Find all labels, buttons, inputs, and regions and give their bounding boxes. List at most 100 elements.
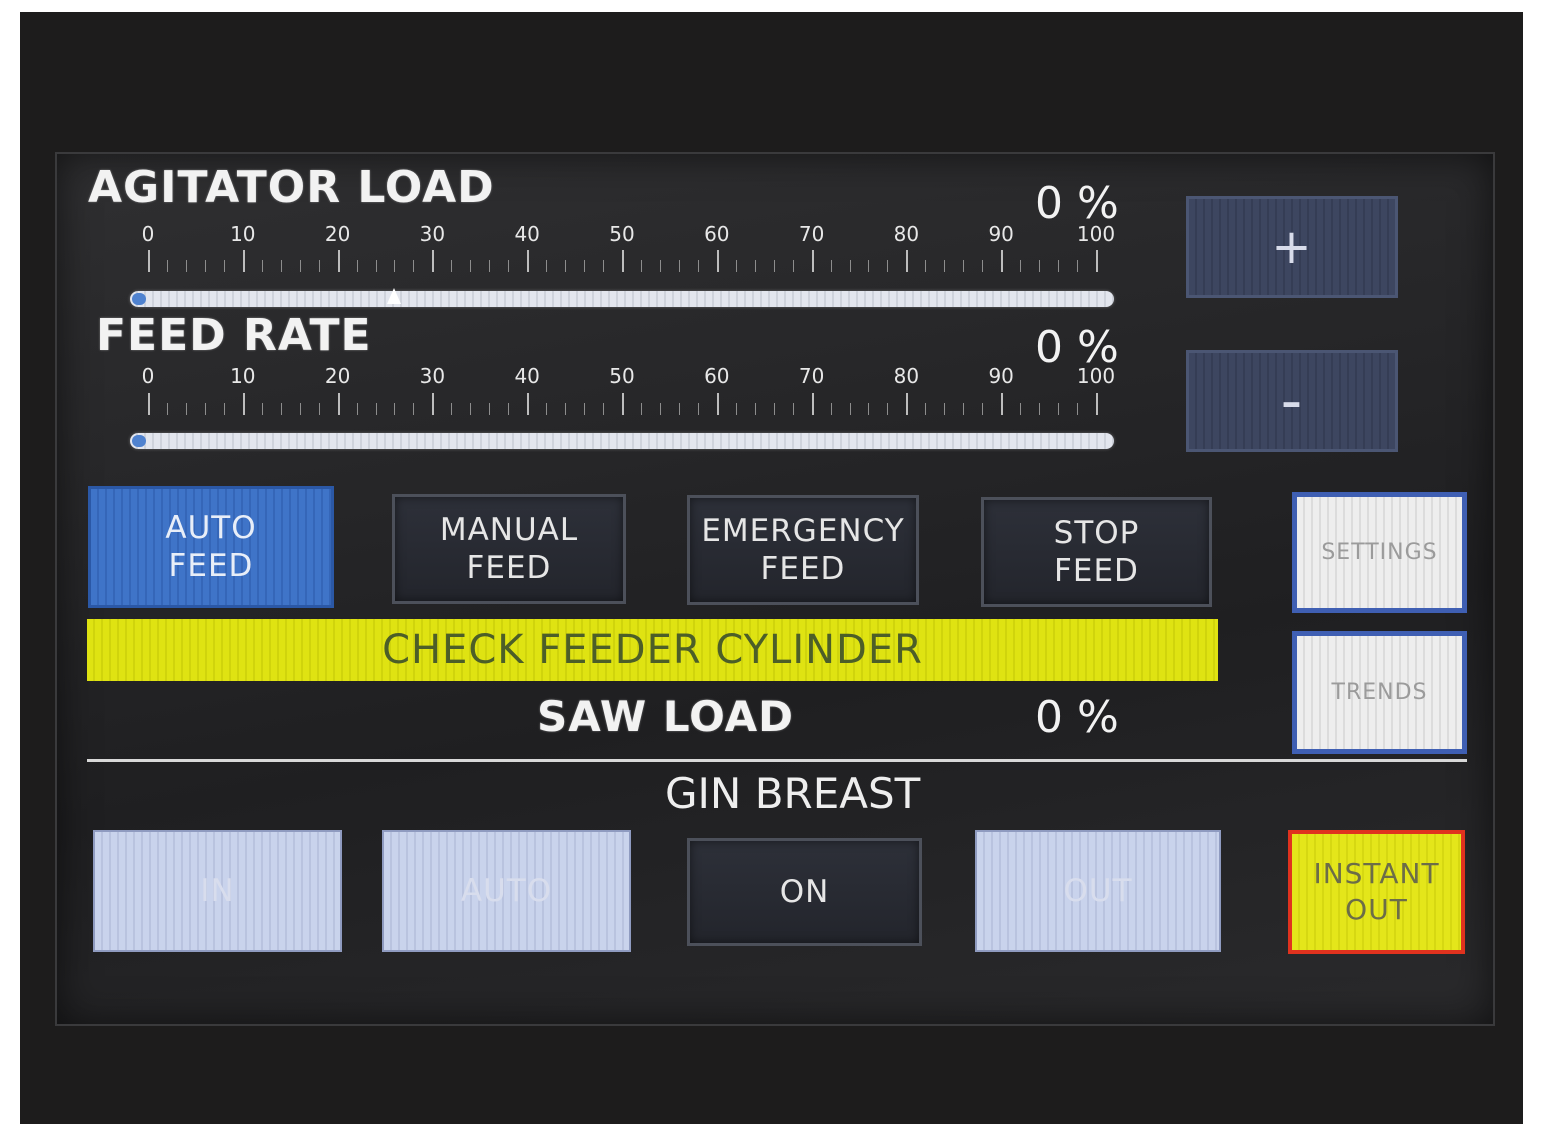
scale-label: 0 <box>141 364 155 388</box>
scale-label: 10 <box>230 364 256 388</box>
scale-minor-tick <box>792 403 794 415</box>
stop-feed-button[interactable]: STOP FEED <box>981 497 1212 607</box>
scale-minor-tick <box>375 403 377 415</box>
scale-minor-tick <box>261 260 263 272</box>
scale-minor-tick <box>280 403 282 415</box>
scale-label: 50 <box>609 364 635 388</box>
scale-minor-tick <box>1039 260 1041 272</box>
scale-minor-tick <box>849 260 851 272</box>
scale-minor-tick <box>356 403 358 415</box>
instant-out-button[interactable]: INSTANT OUT <box>1288 830 1465 954</box>
scale-minor-tick <box>185 260 187 272</box>
scale-label: 90 <box>988 364 1014 388</box>
agitator-load-fill <box>132 293 146 305</box>
agitator-scale-labels: 0 10 20 30 40 50 60 70 80 90 100 <box>0 222 1200 252</box>
scale-minor-tick <box>1058 403 1060 415</box>
scale-minor-tick <box>925 403 927 415</box>
settings-button[interactable]: SETTINGS <box>1292 492 1467 613</box>
scale-label: 100 <box>1076 222 1116 246</box>
scale-label: 40 <box>514 364 540 388</box>
scale-label: 60 <box>704 222 730 246</box>
scale-minor-tick <box>1020 403 1022 415</box>
scale-minor-tick <box>792 260 794 272</box>
scale-minor-tick <box>1058 260 1060 272</box>
feed-rate-scale-labels: 0 10 20 30 40 50 60 70 80 90 100 <box>0 364 1200 394</box>
scale-minor-tick <box>640 260 642 272</box>
agitator-scale-ticks <box>148 250 1098 274</box>
saw-load-percent: 0 % <box>1035 692 1119 743</box>
scale-major-tick <box>527 393 530 415</box>
gin-breast-out-button[interactable]: OUT <box>975 830 1221 952</box>
scale-minor-tick <box>299 403 301 415</box>
scale-minor-tick <box>754 403 756 415</box>
scale-minor-tick <box>773 260 775 272</box>
scale-minor-tick <box>849 403 851 415</box>
scale-minor-tick <box>185 403 187 415</box>
gin-breast-in-button[interactable]: IN <box>93 830 342 952</box>
scale-label: 20 <box>324 222 351 246</box>
scale-minor-tick <box>223 260 225 272</box>
scale-label: 0 <box>141 222 155 246</box>
scale-minor-tick <box>887 403 889 415</box>
trends-button[interactable]: TRENDS <box>1292 631 1467 754</box>
scale-minor-tick <box>659 403 661 415</box>
scale-major-tick <box>622 250 624 272</box>
gin-breast-auto-button[interactable]: AUTO <box>382 830 631 952</box>
scale-minor-tick <box>261 403 263 415</box>
saw-load-title: SAW LOAD <box>537 692 795 741</box>
scale-label: 10 <box>230 222 256 246</box>
increase-button[interactable]: + <box>1186 196 1398 298</box>
scale-major-tick <box>148 250 150 272</box>
scale-minor-tick <box>204 260 206 272</box>
scale-minor-tick <box>470 260 472 272</box>
agitator-setpoint-marker[interactable] <box>387 288 402 304</box>
scale-major-tick <box>906 250 909 272</box>
scale-minor-tick <box>223 403 225 415</box>
scale-minor-tick <box>830 403 832 415</box>
scale-minor-tick <box>565 403 567 415</box>
manual-feed-button[interactable]: MANUAL FEED <box>392 494 626 604</box>
scale-minor-tick <box>318 260 320 272</box>
scale-minor-tick <box>356 260 358 272</box>
gin-breast-on-button[interactable]: ON <box>687 838 922 946</box>
scale-major-tick <box>432 250 435 272</box>
emergency-feed-button[interactable]: EMERGENCY FEED <box>687 495 919 605</box>
scale-minor-tick <box>944 403 946 415</box>
scale-major-tick <box>337 250 340 272</box>
scale-minor-tick <box>887 260 889 272</box>
feed-rate-title: FEED RATE <box>96 310 372 361</box>
scale-label: 30 <box>419 364 446 388</box>
scale-label: 70 <box>798 222 825 246</box>
scale-minor-tick <box>584 403 586 415</box>
scale-minor-tick <box>697 260 699 272</box>
scale-minor-tick <box>678 260 680 272</box>
scale-minor-tick <box>451 260 453 272</box>
scale-minor-tick <box>1020 260 1022 272</box>
feed-rate-bar <box>130 433 1114 449</box>
scale-minor-tick <box>546 260 548 272</box>
scale-minor-tick <box>603 260 605 272</box>
scale-major-tick <box>716 393 719 415</box>
scale-minor-tick <box>451 403 453 415</box>
scale-minor-tick <box>773 403 775 415</box>
auto-feed-button[interactable]: AUTO FEED <box>88 486 334 608</box>
agitator-load-bar <box>130 291 1114 307</box>
scale-minor-tick <box>394 403 396 415</box>
scale-minor-tick <box>982 260 984 272</box>
scale-major-tick <box>148 393 150 415</box>
scale-major-tick <box>906 393 909 415</box>
scale-major-tick <box>716 250 719 272</box>
scale-minor-tick <box>318 403 320 415</box>
scale-minor-tick <box>868 260 870 272</box>
scale-major-tick <box>811 393 814 415</box>
scale-minor-tick <box>944 260 946 272</box>
scale-minor-tick <box>1039 403 1041 415</box>
scale-minor-tick <box>982 403 984 415</box>
decrease-button[interactable]: - <box>1186 350 1398 452</box>
scale-label: 40 <box>514 222 540 246</box>
scale-label: 60 <box>704 364 730 388</box>
scale-major-tick <box>622 393 624 415</box>
agitator-load-title: AGITATOR LOAD <box>88 162 495 213</box>
gin-breast-title: GIN BREAST <box>665 769 921 818</box>
scale-minor-tick <box>470 403 472 415</box>
